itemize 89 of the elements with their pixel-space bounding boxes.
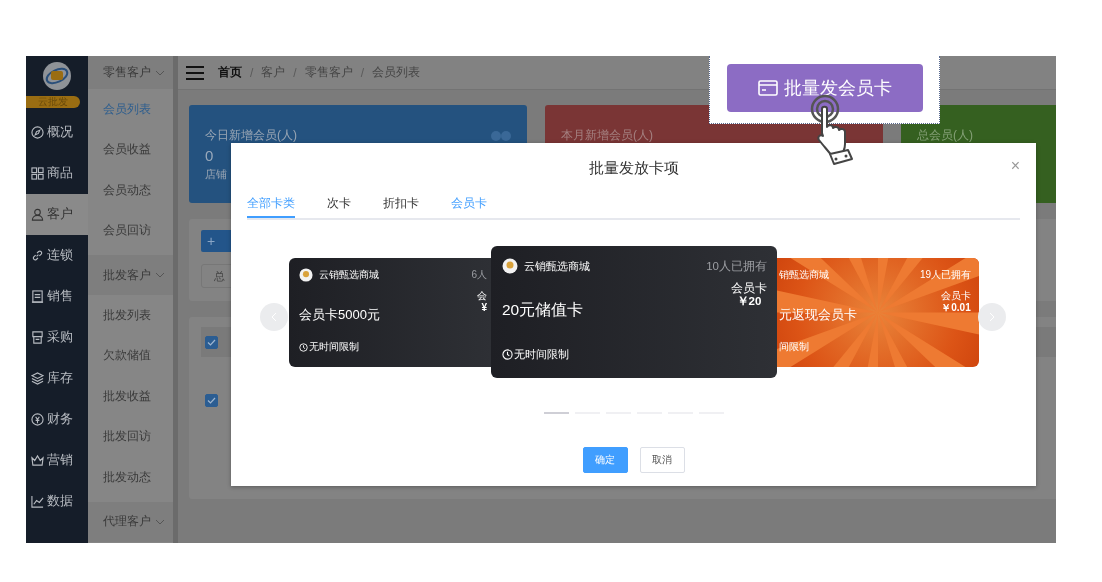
card-type: 会员卡: [941, 290, 971, 302]
card-price: ¥: [481, 302, 487, 314]
member-card[interactable]: 销甄选商城 19人已拥有 元返现会员卡 会员卡 ￥0.01 间限制: [777, 258, 979, 367]
sidebar-item[interactable]: 库存: [26, 358, 88, 399]
card-price: ￥0.01: [941, 302, 971, 314]
breadcrumb-link[interactable]: 零售客户: [304, 64, 353, 81]
layers-icon: [31, 372, 44, 385]
person-icon: [31, 208, 44, 221]
tab[interactable]: 会员卡: [451, 195, 487, 218]
clock-icon: [502, 349, 513, 360]
carousel-indicator[interactable]: [543, 412, 569, 414]
card-title: 会员卡5000元: [299, 306, 380, 324]
sidebar-item[interactable]: 采购: [26, 317, 88, 358]
coin-icon: [31, 413, 44, 426]
submenu-group[interactable]: 批发客户: [88, 255, 173, 295]
caret-icon: [155, 69, 165, 76]
clock-icon: [299, 342, 308, 352]
caret-icon: [155, 272, 165, 278]
submenu-item[interactable]: 批发列表: [88, 295, 173, 336]
card-price: ￥20: [736, 295, 762, 308]
row-checkbox[interactable]: [205, 393, 218, 407]
chart-icon: [31, 495, 44, 508]
next-button[interactable]: [978, 303, 1006, 331]
time-limit: 无时间限制: [309, 340, 359, 354]
submenu-item[interactable]: 批发回访: [88, 416, 173, 457]
dialog-title: 批量发放卡项: [588, 159, 679, 178]
stat-note: 店铺: [205, 167, 228, 182]
submenu-item[interactable]: 欠款储值: [88, 335, 173, 376]
shop-logo-icon: [502, 258, 518, 274]
sidebar-item[interactable]: 财务: [26, 399, 88, 440]
shop-name: 云销甄选商城: [524, 258, 590, 274]
sidebar-item[interactable]: 概况: [26, 112, 88, 153]
compass-icon: [31, 126, 44, 139]
stat-label: 今日新增会员(人): [205, 127, 297, 144]
shop-logo-icon: [299, 268, 313, 282]
menu-icon[interactable]: [186, 65, 204, 80]
breadcrumb-separator: /: [250, 65, 254, 80]
previous-button[interactable]: [260, 303, 288, 331]
sidebar-item[interactable]: 商品: [26, 153, 88, 194]
shop-name: 云销甄选商城: [319, 268, 379, 282]
submenu-item[interactable]: 会员回访: [88, 210, 173, 251]
submenu-group[interactable]: 零售客户: [88, 56, 173, 89]
stat-value: 0: [205, 147, 215, 164]
stat-label: 本月新增会员(人): [561, 127, 653, 144]
shop-name: 销甄选商城: [779, 268, 829, 282]
time-limit: 间限制: [779, 340, 809, 354]
breadcrumb-separator: /: [360, 65, 365, 80]
stat-label: 总会员(人): [917, 127, 973, 144]
card-title: 20元储值卡: [502, 300, 584, 320]
sidebar-item[interactable]: 客户: [26, 194, 88, 235]
submenu-group[interactable]: 代理客户: [88, 501, 173, 542]
sidebar-item[interactable]: 销售: [26, 276, 88, 317]
doc-icon: [31, 290, 44, 303]
submenu-item[interactable]: 会员收益: [88, 129, 173, 170]
sidebar-item[interactable]: 数据: [26, 481, 88, 522]
breadcrumb-link[interactable]: 客户: [261, 64, 286, 81]
submenu-item[interactable]: 会员列表: [88, 89, 173, 130]
store-icon: [31, 331, 44, 344]
crown-icon: [31, 454, 44, 467]
submenu-item[interactable]: 批发动态: [88, 457, 173, 498]
submenu-item[interactable]: 批发收益: [88, 376, 173, 417]
grid-icon: [31, 167, 44, 180]
owned-count: 6人: [471, 268, 487, 282]
owned-count: 10人已拥有: [706, 258, 767, 274]
caret-icon: [155, 518, 165, 525]
row-checkbox[interactable]: [205, 335, 218, 349]
member-card[interactable]: 云销甄选商城 10人已拥有 20元储值卡 会员卡 ￥20 无时间限制: [491, 246, 777, 378]
submenu-item[interactable]: 会员动态: [88, 170, 173, 211]
card-title: 元返现会员卡: [779, 306, 857, 324]
dots-icon: [491, 130, 511, 141]
logo-icon: [42, 61, 72, 91]
card-icon: [757, 80, 778, 96]
card-type: 会: [477, 290, 487, 302]
member-card[interactable]: 云销甄选商城 6人 会员卡5000元 会 ¥ 无时间限制: [289, 258, 491, 367]
close-button[interactable]: ×: [1008, 157, 1022, 175]
card-type: 会员卡: [731, 282, 767, 295]
tab[interactable]: 折扣卡: [383, 195, 419, 218]
cancel-button[interactable]: 取消: [639, 447, 685, 473]
breadcrumb-separator: /: [293, 65, 297, 80]
tab[interactable]: 全部卡类: [247, 195, 295, 218]
link-icon: [31, 249, 44, 262]
tab[interactable]: 次卡: [327, 195, 351, 218]
sidebar-item[interactable]: 连锁: [26, 235, 88, 276]
owned-count: 19人已拥有: [919, 268, 971, 282]
time-limit: 无时间限制: [514, 347, 569, 362]
batch-card-button[interactable]: 批量发会员卡: [726, 64, 923, 112]
sidebar-item[interactable]: 营销: [26, 440, 88, 481]
confirm-button[interactable]: 确定: [582, 447, 628, 473]
breadcrumb-link[interactable]: 首页: [218, 64, 242, 81]
